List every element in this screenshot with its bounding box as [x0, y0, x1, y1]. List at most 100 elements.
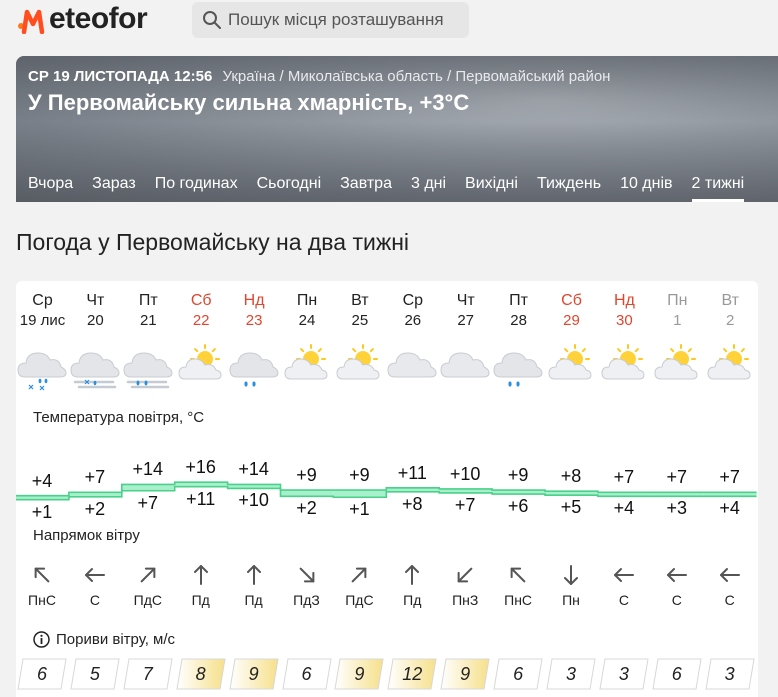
gust-value: 7	[123, 658, 173, 690]
day-header[interactable]: Ср 19 лис	[17, 291, 69, 331]
day-name: Ср	[402, 292, 424, 309]
gust-number: 3	[565, 664, 576, 684]
temperature-label: Температура повітря, °C	[33, 409, 205, 426]
wind-direction: ПнЗ	[452, 592, 479, 608]
wind-arrow-icon	[84, 568, 105, 582]
day-date: 25	[351, 312, 369, 329]
page-title: Погода у Первомайську на два тижні	[16, 229, 410, 255]
gust-number: 3	[724, 664, 735, 684]
wind-arrow-icon	[666, 568, 687, 582]
gust-number: 9	[354, 664, 365, 684]
sun-cloud-icon	[601, 344, 645, 380]
breadcrumb[interactable]: Україна / Миколаївська область / Первома…	[222, 68, 610, 85]
day-header[interactable]: Нд 30	[598, 291, 650, 331]
day-header[interactable]: Сб 22	[175, 291, 227, 331]
sun-cloud-icon	[283, 344, 328, 380]
gust-value: 9	[229, 658, 279, 690]
info-icon[interactable]	[33, 631, 50, 648]
sun-cloud-icon	[548, 344, 592, 380]
day-header[interactable]: Пт 21	[122, 291, 174, 331]
temp-min: +1	[31, 501, 53, 522]
day-header[interactable]: Нд 23	[228, 291, 280, 331]
day-name: Ср	[32, 292, 53, 309]
wind-direction: С	[724, 592, 735, 608]
day-header[interactable]: Вт 25	[334, 291, 386, 331]
gust-number: 12	[402, 664, 423, 684]
wind-arrow-icon	[34, 567, 50, 583]
temp-min: +1	[349, 499, 370, 520]
temp-max: +4	[31, 470, 53, 491]
wind-direction: С	[618, 592, 629, 608]
day-header[interactable]: Ср 26	[387, 291, 439, 331]
day-header[interactable]: Сб 29	[546, 291, 598, 331]
temp-max: +9	[296, 465, 317, 486]
wind-arrow-icon	[613, 568, 634, 582]
wind-arrow-icon	[564, 565, 578, 585]
search-box[interactable]	[192, 2, 469, 38]
tab-4[interactable]: Завтра	[340, 175, 392, 202]
wind-direction: Пд	[191, 592, 210, 608]
day-name: Вт	[721, 292, 739, 309]
wind-direction: ПдС	[133, 592, 162, 608]
logo-m-icon	[18, 9, 45, 34]
temp-min: +2	[296, 498, 317, 519]
day-header[interactable]: Пт 28	[493, 291, 545, 331]
day-name: Пн	[667, 292, 688, 309]
day-header[interactable]: Чт 20	[69, 291, 121, 331]
sun-cloud-icon	[707, 344, 751, 380]
wind-direction: Пн	[562, 592, 580, 608]
wind-direction: ПдЗ	[293, 592, 320, 608]
day-date: 22	[192, 312, 210, 329]
logo[interactable]: eteofor	[18, 4, 148, 34]
temp-min: +4	[613, 498, 635, 519]
wind-arrow-icon	[140, 567, 156, 583]
gust-value: 3	[599, 658, 649, 690]
temp-min: +5	[560, 497, 582, 518]
search-input[interactable]	[228, 10, 468, 30]
temp-max: +9	[349, 465, 370, 486]
tab-0[interactable]: Вчора	[28, 175, 73, 202]
temp-max: +7	[613, 467, 635, 488]
wind-direction: ПнС	[504, 592, 533, 608]
tab-6[interactable]: Вихідні	[465, 175, 518, 202]
day-header[interactable]: Вт 2	[704, 291, 756, 331]
day-name: Нд	[243, 292, 265, 309]
day-name: Сб	[561, 292, 582, 309]
tab-7[interactable]: Тиждень	[537, 175, 601, 202]
day-header[interactable]: Пн 1	[651, 291, 703, 331]
tab-2[interactable]: По годинах	[155, 175, 238, 202]
day-name: Пт	[138, 292, 158, 309]
gust-number: 6	[301, 664, 312, 684]
gust-value: 6	[493, 658, 543, 690]
tab-8[interactable]: 10 днів	[620, 175, 672, 202]
gust-number: 3	[618, 664, 629, 684]
day-date: 20	[87, 312, 104, 329]
tab-1[interactable]: Зараз	[92, 175, 136, 202]
gust-value: 6	[281, 658, 332, 690]
tab-5[interactable]: 3 дні	[411, 175, 446, 202]
temp-max: +14	[238, 459, 269, 480]
cloud-rain-icon	[229, 352, 279, 387]
tab-9[interactable]: 2 тижні	[691, 175, 744, 202]
sun-cloud-icon	[654, 344, 698, 380]
day-name: Чт	[86, 292, 105, 309]
cloud-icon	[440, 352, 490, 378]
current-weather-title: У Первомайську сильна хмарність, +3°C	[28, 90, 470, 115]
gust-number: 6	[36, 664, 47, 684]
sun-cloud-icon	[336, 344, 380, 380]
day-date: 1	[673, 312, 682, 329]
gust-value: 3	[546, 658, 596, 690]
gust-number: 6	[513, 664, 524, 684]
gust-value: 6	[652, 658, 702, 690]
day-date: 29	[563, 312, 580, 329]
wind-arrow-icon	[352, 567, 367, 583]
day-header[interactable]: Чт 27	[440, 291, 492, 331]
gust-number: 8	[195, 664, 206, 684]
day-date: 21	[139, 312, 157, 329]
day-header[interactable]: Пн 24	[281, 291, 333, 331]
tab-3[interactable]: Сьогодні	[257, 175, 322, 202]
forecast-card: Температура повітря, °C Напрямок вітру П…	[16, 281, 758, 697]
day-name: Чт	[456, 292, 475, 309]
gust-number: 9	[460, 664, 471, 684]
day-date: 24	[298, 312, 316, 329]
